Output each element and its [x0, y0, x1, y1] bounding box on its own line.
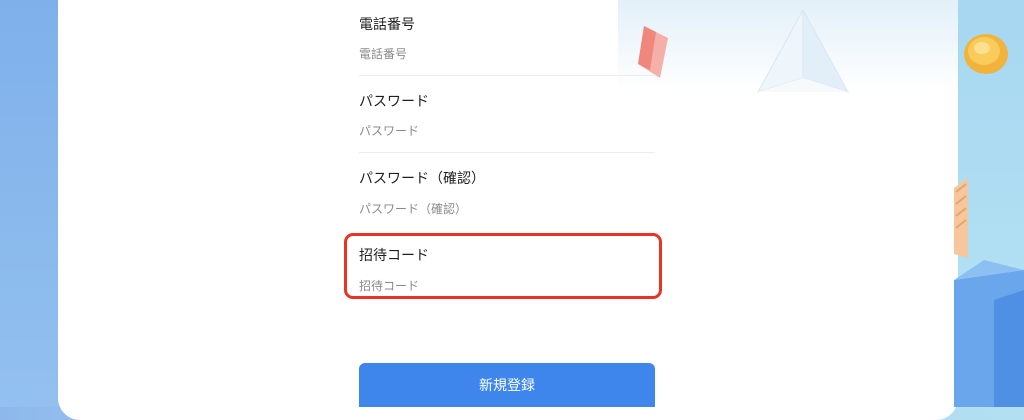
- gold-coin-icon: [964, 34, 1008, 74]
- background-left: [0, 0, 60, 407]
- phone-input[interactable]: [359, 43, 655, 65]
- confirm-password-input[interactable]: [359, 198, 655, 220]
- blue-block-decoration: [954, 260, 1024, 407]
- invite-code-highlight-box: [344, 233, 662, 299]
- password-divider: [359, 152, 655, 153]
- confirm-password-label: パスワード（確認）: [359, 171, 485, 187]
- phone-divider: [359, 75, 655, 76]
- pyramid-decoration: [756, 9, 850, 93]
- phone-label: 電話番号: [359, 17, 415, 33]
- password-input[interactable]: [359, 120, 655, 142]
- striped-shape-decoration: [954, 178, 968, 258]
- password-label: パスワード: [359, 94, 429, 110]
- register-button[interactable]: 新規登録: [359, 363, 655, 407]
